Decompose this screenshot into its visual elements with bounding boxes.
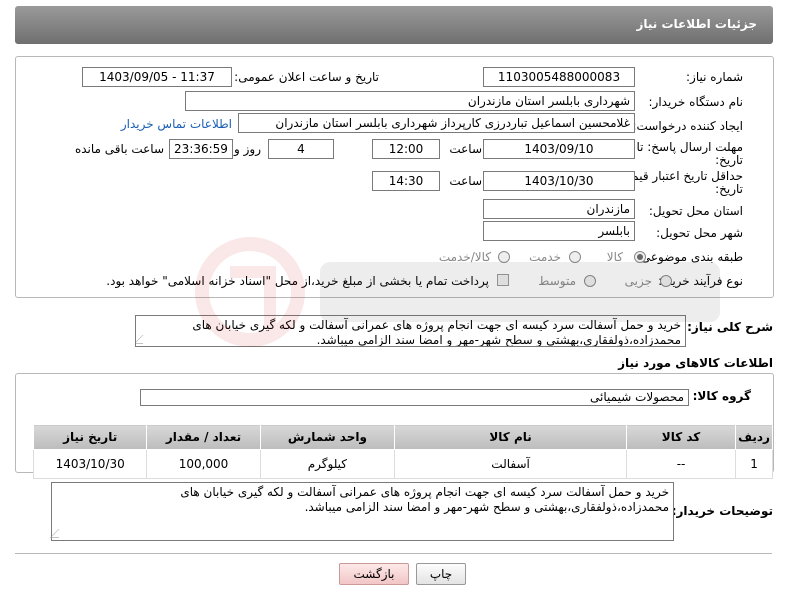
category-goods-label: کالا xyxy=(606,250,623,264)
city-field: بابلسر xyxy=(483,221,635,241)
deadline-label: مهلت ارسال پاسخ: تا xyxy=(636,140,743,154)
province-label: استان محل تحویل: xyxy=(648,204,743,218)
goods-group-label: گروه کالا: xyxy=(692,389,751,403)
cell-code: -- xyxy=(626,449,737,479)
validity-date-label: تاریخ: xyxy=(715,182,743,196)
need-number-label: شماره نیاز: xyxy=(686,70,743,84)
announce-datetime-field: 1403/09/05 - 11:37 xyxy=(82,67,232,87)
back-button[interactable]: بازگشت xyxy=(339,563,409,585)
contact-info-link[interactable]: اطلاعات تماس خریدار xyxy=(121,117,232,131)
category-service-radio[interactable] xyxy=(569,251,581,263)
resize-grip-icon[interactable] xyxy=(49,529,68,538)
buyer-notes-label: توضیحات خریدار: xyxy=(671,504,773,518)
col-name: نام کالا xyxy=(394,424,628,450)
announce-label: تاریخ و ساعت اعلان عمومی: xyxy=(234,70,379,84)
remaining-label: ساعت باقی مانده xyxy=(74,142,164,156)
validity-date-field: 1403/10/30 xyxy=(483,171,635,191)
province-field: مازندران xyxy=(483,199,635,219)
days-label: روز و xyxy=(234,142,261,156)
col-code: کد کالا xyxy=(626,424,737,450)
col-unit: واحد شمارش xyxy=(259,424,396,450)
buyer-org-field: شهرداری بابلسر استان مازندران xyxy=(185,91,635,111)
process-minor-label: جزیی xyxy=(624,274,652,288)
buyer-notes-text: خرید و حمل آسفالت سرد کیسه ای جهت انجام … xyxy=(180,485,669,514)
buyer-notes-textarea[interactable]: خرید و حمل آسفالت سرد کیسه ای جهت انجام … xyxy=(49,482,674,541)
cell-unit: کیلوگرم xyxy=(259,449,396,479)
category-goods-service-radio[interactable] xyxy=(498,251,510,263)
col-row: ردیف xyxy=(735,424,773,450)
goods-section-title: اطلاعات کالاهای مورد نیاز xyxy=(618,356,773,370)
deadline-time-field: 12:00 xyxy=(372,139,440,159)
goods-table-header: ردیف کد کالا نام کالا واحد شمارش تعداد /… xyxy=(32,424,773,450)
divider xyxy=(15,553,772,554)
col-date: تاریخ نیاز xyxy=(32,424,148,450)
col-qty: تعداد / مقدار xyxy=(146,424,261,450)
cell-name: آسفالت xyxy=(394,449,628,479)
process-medium-label: متوسط xyxy=(538,274,576,288)
summary-textarea[interactable]: خرید و حمل آسفالت سرد کیسه ای جهت انجام … xyxy=(135,315,686,347)
cell-row: 1 xyxy=(735,449,773,479)
goods-table: ردیف کد کالا نام کالا واحد شمارش تعداد /… xyxy=(32,424,773,479)
city-label: شهر محل تحویل: xyxy=(656,226,743,240)
category-goods-radio[interactable] xyxy=(634,251,646,263)
category-label: طبقه بندی موضوعی: xyxy=(636,250,743,264)
page-title: جزئیات اطلاعات نیاز xyxy=(636,17,757,31)
buyer-org-label: نام دستگاه خریدار: xyxy=(648,95,744,109)
deadline-date-field: 1403/09/10 xyxy=(483,139,635,159)
cell-qty: 100,000 xyxy=(146,449,261,479)
validity-time-label: ساعت xyxy=(449,174,482,188)
table-row: 1 -- آسفالت کیلوگرم 100,000 1403/10/30 xyxy=(32,449,773,479)
goods-group-field: محصولات شیمیائی xyxy=(140,389,689,406)
cell-date: 1403/10/30 xyxy=(32,449,148,479)
summary-text: خرید و حمل آسفالت سرد کیسه ای جهت انجام … xyxy=(192,318,681,347)
deadline-date-label: تاریخ: xyxy=(715,153,743,167)
need-number-field: 1103005488000083 xyxy=(483,67,635,87)
validity-time-field: 14:30 xyxy=(372,171,440,191)
summary-label: شرح کلی نیاز: xyxy=(687,320,773,334)
category-goods-service-label: کالا/خدمت xyxy=(438,250,491,264)
print-button[interactable]: چاپ xyxy=(416,563,466,585)
deadline-time-label: ساعت xyxy=(449,142,482,156)
treasury-payment-checkbox[interactable] xyxy=(497,274,509,286)
creator-label: ایجاد کننده درخواست: xyxy=(632,119,743,133)
remaining-time-field: 23:36:59 xyxy=(169,139,233,159)
process-medium-radio[interactable] xyxy=(584,275,596,287)
creator-field: غلامحسین اسماعیل تباردرزی کارپرداز شهردا… xyxy=(238,113,635,133)
process-minor-radio[interactable] xyxy=(660,275,672,287)
category-service-label: خدمت xyxy=(529,250,561,264)
page-header: جزئیات اطلاعات نیاز xyxy=(15,6,773,44)
treasury-payment-note: پرداخت تمام یا بخشی از مبلغ خرید،از محل … xyxy=(106,274,489,288)
resize-grip-icon[interactable] xyxy=(136,335,152,344)
remaining-days-field: 4 xyxy=(268,139,334,159)
